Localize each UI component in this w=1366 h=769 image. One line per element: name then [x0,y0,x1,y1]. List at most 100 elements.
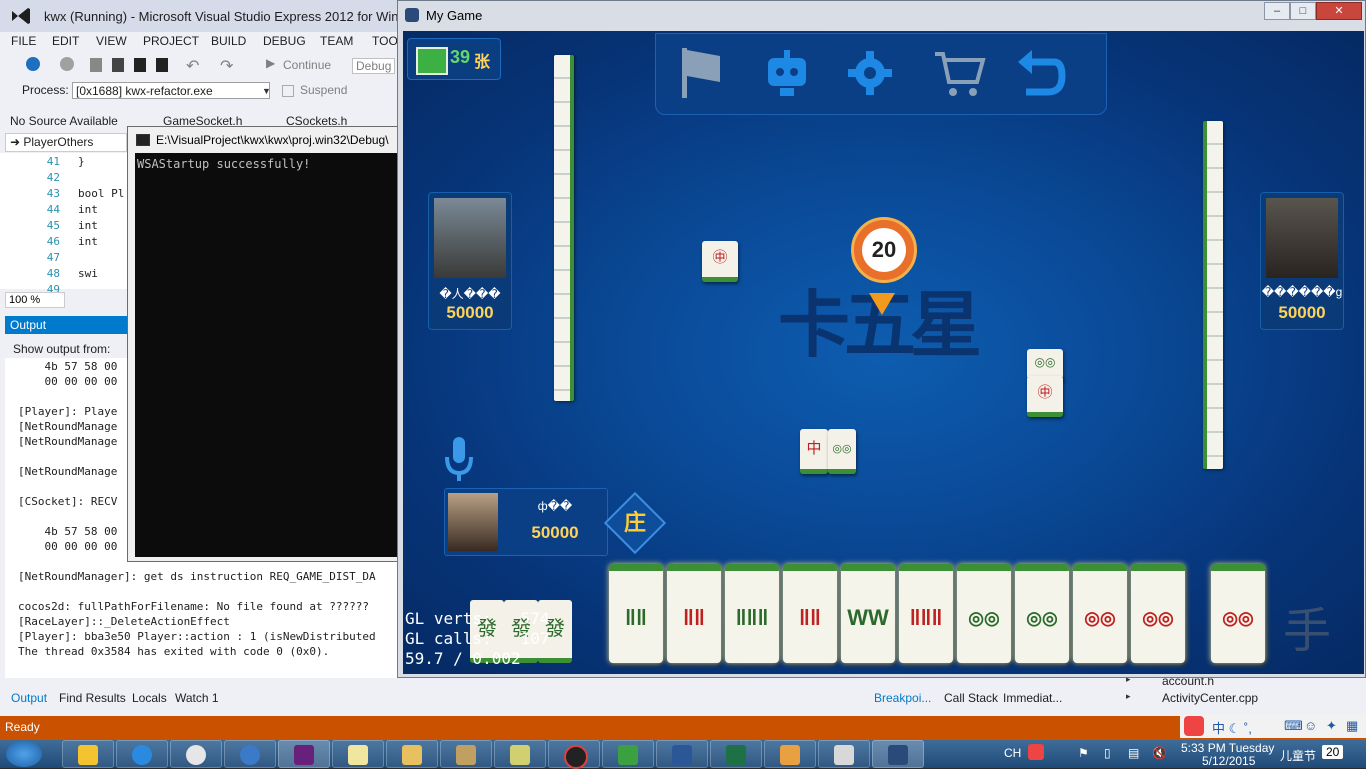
back-icon[interactable] [26,57,40,71]
menu-file[interactable]: FILE [11,34,36,48]
drawn-tile[interactable]: ◎◎ [1211,564,1265,663]
config-dropdown[interactable]: Debug [352,58,396,74]
code-editor[interactable]: 41} 42 43 bool Pl 44 int 45 int 46 int 47 48 swi… [0,153,130,296]
taskbar-app[interactable] [764,740,816,768]
expand-arrow-icon[interactable]: ▸ [1126,691,1131,702]
undo-icon[interactable]: ↶ [186,56,199,76]
code-line[interactable]: } [78,155,85,168]
menu-debug[interactable]: DEBUG [263,34,306,48]
hand-tile[interactable]: ‖‖‖ [725,564,779,663]
hand-tile[interactable]: ◎◎ [1015,564,1069,663]
shopping-cart-icon[interactable] [931,46,987,102]
hand-tile[interactable]: ◎◎ [1073,564,1127,663]
console-body[interactable]: WSAStartup successfully! [135,153,397,557]
tab-immediate[interactable]: Immediat... [1003,691,1062,705]
menu-team[interactable]: TEAM [320,34,353,48]
grid-menu-icon[interactable]: ▦ [1346,718,1358,734]
debug-gl-verts: GL verts: 574 [405,609,550,628]
player-card-left[interactable]: �人��� 50000 [428,192,512,330]
minimize-button[interactable]: – [1264,2,1290,20]
hand-tile[interactable]: WW [841,564,895,663]
process-dropdown[interactable]: [0x1688] kwx-refactor.exe [72,82,270,99]
hand-tile[interactable]: ◎◎ [957,564,1011,663]
code-line[interactable]: swi [78,267,98,280]
tab-watch-1[interactable]: Watch 1 [175,691,219,705]
taskbar-app[interactable] [656,740,708,768]
solution-item-activitycenter[interactable]: ActivityCenter.cpp [1162,691,1258,705]
new-file-icon[interactable] [90,58,102,72]
skin-icon[interactable]: ✦ [1326,718,1337,734]
hand-tile[interactable]: ‖‖ [667,564,721,663]
menu-tools[interactable]: TOO [372,34,398,48]
menu-edit[interactable]: EDIT [52,34,79,48]
member-dropdown[interactable]: ➜ PlayerOthers [5,133,127,152]
tab-find-results[interactable]: Find Results [59,691,126,705]
taskbar-app[interactable] [710,740,762,768]
user-icon[interactable]: ☺ [1304,718,1317,733]
forward-icon[interactable] [60,57,74,71]
taskbar-app[interactable] [818,740,870,768]
taskbar-app[interactable] [170,740,222,768]
robot-icon[interactable] [762,48,812,100]
code-line[interactable]: int [78,219,98,232]
tab-output[interactable]: Output [11,691,47,705]
clock-date[interactable]: 5/12/2015 [1202,754,1255,768]
keyboard-icon[interactable]: ⌨ [1284,718,1303,734]
taskbar-app[interactable] [548,740,600,769]
hand-tile[interactable]: ‖‖ [783,564,837,663]
menu-project[interactable]: PROJECT [143,34,199,48]
volume-icon[interactable]: 🔇 [1152,746,1167,760]
hand-tile[interactable]: ‖‖ [609,564,663,663]
taskbar-app-vs[interactable] [278,740,330,768]
banker-label: 庄 [623,510,646,535]
hand-tile[interactable]: ◎◎ [1131,564,1185,663]
game-window[interactable]: My Game – □ ✕ 卡五星 39 张 �人��� 50000 �����… [397,0,1366,678]
taskbar-app[interactable] [224,740,276,768]
continue-button[interactable]: Continue [283,58,331,72]
menu-build[interactable]: BUILD [211,34,246,48]
sogou-icon[interactable] [1184,716,1204,736]
taskbar-app[interactable] [116,740,168,768]
network-tray-icon[interactable]: ▤ [1128,746,1139,760]
code-line[interactable]: int [78,203,98,216]
maximize-button[interactable]: □ [1290,2,1316,20]
save-all-icon[interactable] [156,58,168,72]
suspend-button[interactable]: Suspend [300,83,347,97]
zoom-dropdown[interactable]: 100 % [5,292,65,308]
close-button[interactable]: ✕ [1316,2,1362,20]
taskbar-app-game[interactable] [872,740,924,768]
hand-tile[interactable]: ‖‖‖ [899,564,953,663]
clock-time[interactable]: 5:33 PM Tuesday [1181,741,1274,755]
console-window[interactable]: E:\VisualProject\kwx\kwx\proj.win32\Debu… [127,126,399,562]
start-button[interactable] [6,741,42,767]
microphone-icon[interactable] [443,435,475,485]
battery-icon[interactable]: ▯ [1104,746,1111,760]
ime-icon[interactable] [1028,744,1044,760]
tab-call-stack[interactable]: Call Stack [944,691,998,705]
taskbar-app[interactable] [332,740,384,768]
open-icon[interactable] [112,58,124,72]
code-line[interactable]: int [78,235,98,248]
continue-play-icon[interactable]: ▶ [266,56,275,70]
player-card-right[interactable]: ������g 50000 [1260,192,1344,330]
redo-icon[interactable]: ↷ [220,56,233,76]
mahjong-board[interactable]: 卡五星 39 张 �人��� 50000 ������g 50000 20 ㊥ … [403,31,1364,674]
flag-tray-icon[interactable]: ⚑ [1078,746,1089,760]
tab-breakpoints[interactable]: Breakpoi... [874,691,931,705]
player-card-me[interactable]: ф�� 50000 [444,488,608,556]
taskbar-app[interactable] [62,740,114,768]
code-line[interactable]: bool Pl [78,187,124,200]
language-indicator[interactable]: CH [1004,746,1021,760]
ime-mode-icon[interactable]: 中 ☾ ˚, [1212,718,1252,737]
undo-back-icon[interactable] [1016,48,1066,100]
gear-icon[interactable] [846,48,894,98]
taskbar-app[interactable] [494,740,546,768]
tab-locals[interactable]: Locals [132,691,167,705]
taskbar-app[interactable] [440,740,492,768]
menu-view[interactable]: VIEW [96,34,127,48]
save-icon[interactable] [134,58,146,72]
tab-no-source[interactable]: No Source Available [10,114,118,128]
flag-icon[interactable] [678,46,724,100]
taskbar-app[interactable] [386,740,438,768]
taskbar-app[interactable] [602,740,654,768]
